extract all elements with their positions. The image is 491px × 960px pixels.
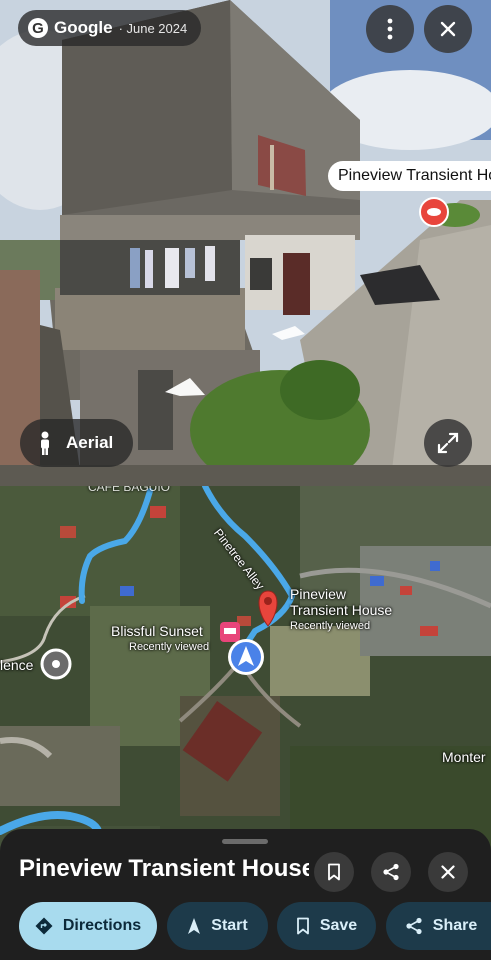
share-label: Share	[432, 917, 478, 934]
directions-label: Directions	[62, 917, 142, 934]
left-place-marker-icon[interactable]	[40, 648, 72, 680]
close-sheet-button[interactable]	[428, 852, 468, 892]
place-bottom-sheet[interactable]: Pineview Transient House Directions Star…	[0, 829, 491, 960]
share-button[interactable]: Share	[386, 902, 491, 950]
street-view-place-label[interactable]: Pineview Transient House	[328, 161, 491, 191]
right-edge-label: Monter	[442, 749, 486, 765]
more-options-button[interactable]	[366, 5, 414, 53]
google-logo: G	[28, 18, 48, 38]
capture-date: · June 2024	[118, 20, 188, 36]
aerial-label: Aerial	[66, 433, 114, 452]
selected-place-name-2: Transient House	[290, 602, 393, 618]
close-icon	[441, 865, 455, 879]
bookmark-icon	[296, 917, 309, 935]
share-icon-button[interactable]	[371, 852, 411, 892]
my-location-arrow-icon	[228, 639, 264, 675]
share-icon	[406, 917, 422, 935]
bookmark-icon	[328, 863, 340, 881]
start-button[interactable]: Start	[167, 902, 268, 950]
other-place-name: Blissful Sunset	[111, 623, 203, 639]
expand-icon	[437, 432, 459, 454]
google-brand: Google	[54, 18, 113, 37]
share-icon	[383, 863, 399, 881]
other-place-status: Recently viewed	[129, 641, 210, 653]
top-edge-label: CAFÉ BAGUIO	[88, 486, 171, 494]
bookmark-button[interactable]	[314, 852, 354, 892]
expand-button[interactable]	[424, 419, 472, 467]
close-street-view-button[interactable]	[424, 5, 472, 53]
google-date-badge: G Google · June 2024	[18, 10, 202, 46]
save-button[interactable]: Save	[277, 902, 376, 950]
selected-place-name-1: Pineview	[290, 586, 347, 602]
place-title: Pineview Transient House	[19, 855, 309, 882]
place-pin-icon[interactable]	[419, 197, 449, 231]
aerial-button[interactable]: Aerial	[20, 419, 134, 467]
drag-handle[interactable]	[222, 839, 268, 844]
street-view-panel[interactable]: G Google · June 2024 Pineview Transient …	[0, 0, 491, 486]
directions-icon	[35, 917, 53, 935]
pegman-icon	[41, 431, 49, 455]
more-vert-icon	[387, 18, 393, 40]
close-icon	[440, 21, 456, 37]
left-edge-label: lence	[0, 657, 34, 673]
start-label: Start	[211, 917, 248, 934]
save-label: Save	[319, 917, 358, 934]
hotel-marker-icon[interactable]	[220, 622, 240, 642]
street-view-photo[interactable]	[0, 0, 491, 486]
other-place-label[interactable]: Blissful Sunset Recently viewed	[111, 623, 209, 655]
selected-place-label[interactable]: Pineview Transient House Recently viewed	[290, 586, 392, 634]
navigation-arrow-icon	[188, 918, 201, 934]
selected-place-status: Recently viewed	[290, 620, 371, 632]
directions-button[interactable]: Directions	[19, 902, 157, 950]
